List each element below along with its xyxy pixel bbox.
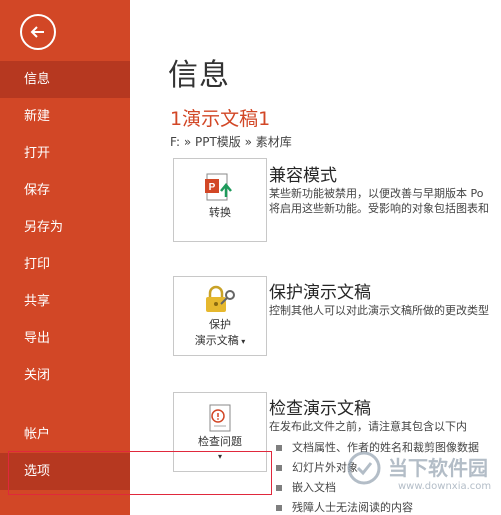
nav-item-share[interactable]: 共享	[0, 283, 130, 320]
compat-desc-line1: 某些新功能被禁用，以便改善与早期版本 Po	[269, 187, 484, 200]
svg-text:P: P	[209, 182, 216, 193]
check-issues-label: 检查问题	[198, 435, 242, 448]
inspect-bullet: 嵌入文档	[276, 479, 336, 495]
backstage-sidebar: 信息 新建 打开 保存 另存为 打印 共享 导出 关闭 帐户 选项	[0, 0, 130, 515]
protect-presentation-button[interactable]: 保护 演示文稿 ▾	[173, 276, 267, 356]
protect-label-line1: 保护	[209, 318, 231, 331]
bullet-square-icon	[276, 485, 282, 491]
watermark: 当下软件园 www.downxia.com	[338, 448, 501, 504]
lock-key-icon	[206, 285, 235, 312]
breadcrumb[interactable]: F: » PPT模版 » 素材库	[170, 133, 292, 150]
bullet-square-icon	[276, 465, 282, 471]
inspect-document-icon	[209, 404, 231, 432]
nav-item-open[interactable]: 打开	[0, 135, 130, 172]
compat-title: 兼容模式	[269, 166, 337, 186]
protect-desc: 控制其他人可以对此演示文稿所做的更改类型	[269, 304, 489, 317]
compat-desc-line2: 将启用这些新功能。受影响的对象包括图表和	[269, 202, 489, 215]
bullet-square-icon	[276, 505, 282, 511]
back-arrow-icon	[30, 26, 44, 38]
nav-item-new[interactable]: 新建	[0, 98, 130, 135]
options-highlight-box	[8, 451, 272, 495]
nav-item-print[interactable]: 打印	[0, 246, 130, 283]
inspect-desc: 在发布此文件之前，请注意其包含以下内	[269, 420, 467, 433]
protect-label-line2: 演示文稿 ▾	[194, 334, 246, 347]
nav-item-export[interactable]: 导出	[0, 320, 130, 357]
nav-item-account[interactable]: 帐户	[0, 416, 130, 453]
back-button[interactable]	[20, 14, 56, 50]
nav-item-save[interactable]: 保存	[0, 172, 130, 209]
watermark-url: www.downxia.com	[398, 481, 492, 492]
convert-label: 转换	[209, 206, 231, 219]
nav-item-info[interactable]: 信息	[0, 61, 130, 98]
bullet-square-icon	[276, 445, 282, 451]
page-title: 信息	[168, 58, 230, 93]
convert-icon: P	[205, 173, 232, 201]
chevron-down-icon: ▾	[238, 337, 246, 346]
protect-title: 保护演示文稿	[269, 283, 371, 303]
watermark-logo-icon	[347, 451, 381, 485]
info-panel: 信息 1演示文稿1 F: » PPT模版 » 素材库 P 转换 兼容模式 某些新…	[130, 0, 501, 515]
nav-item-save-as[interactable]: 另存为	[0, 209, 130, 246]
convert-button[interactable]: P 转换	[173, 158, 267, 242]
watermark-text: 当下软件园	[388, 456, 488, 480]
document-title: 1演示文稿1	[170, 108, 271, 130]
nav-item-close[interactable]: 关闭	[0, 357, 130, 394]
inspect-title: 检查演示文稿	[269, 399, 371, 419]
